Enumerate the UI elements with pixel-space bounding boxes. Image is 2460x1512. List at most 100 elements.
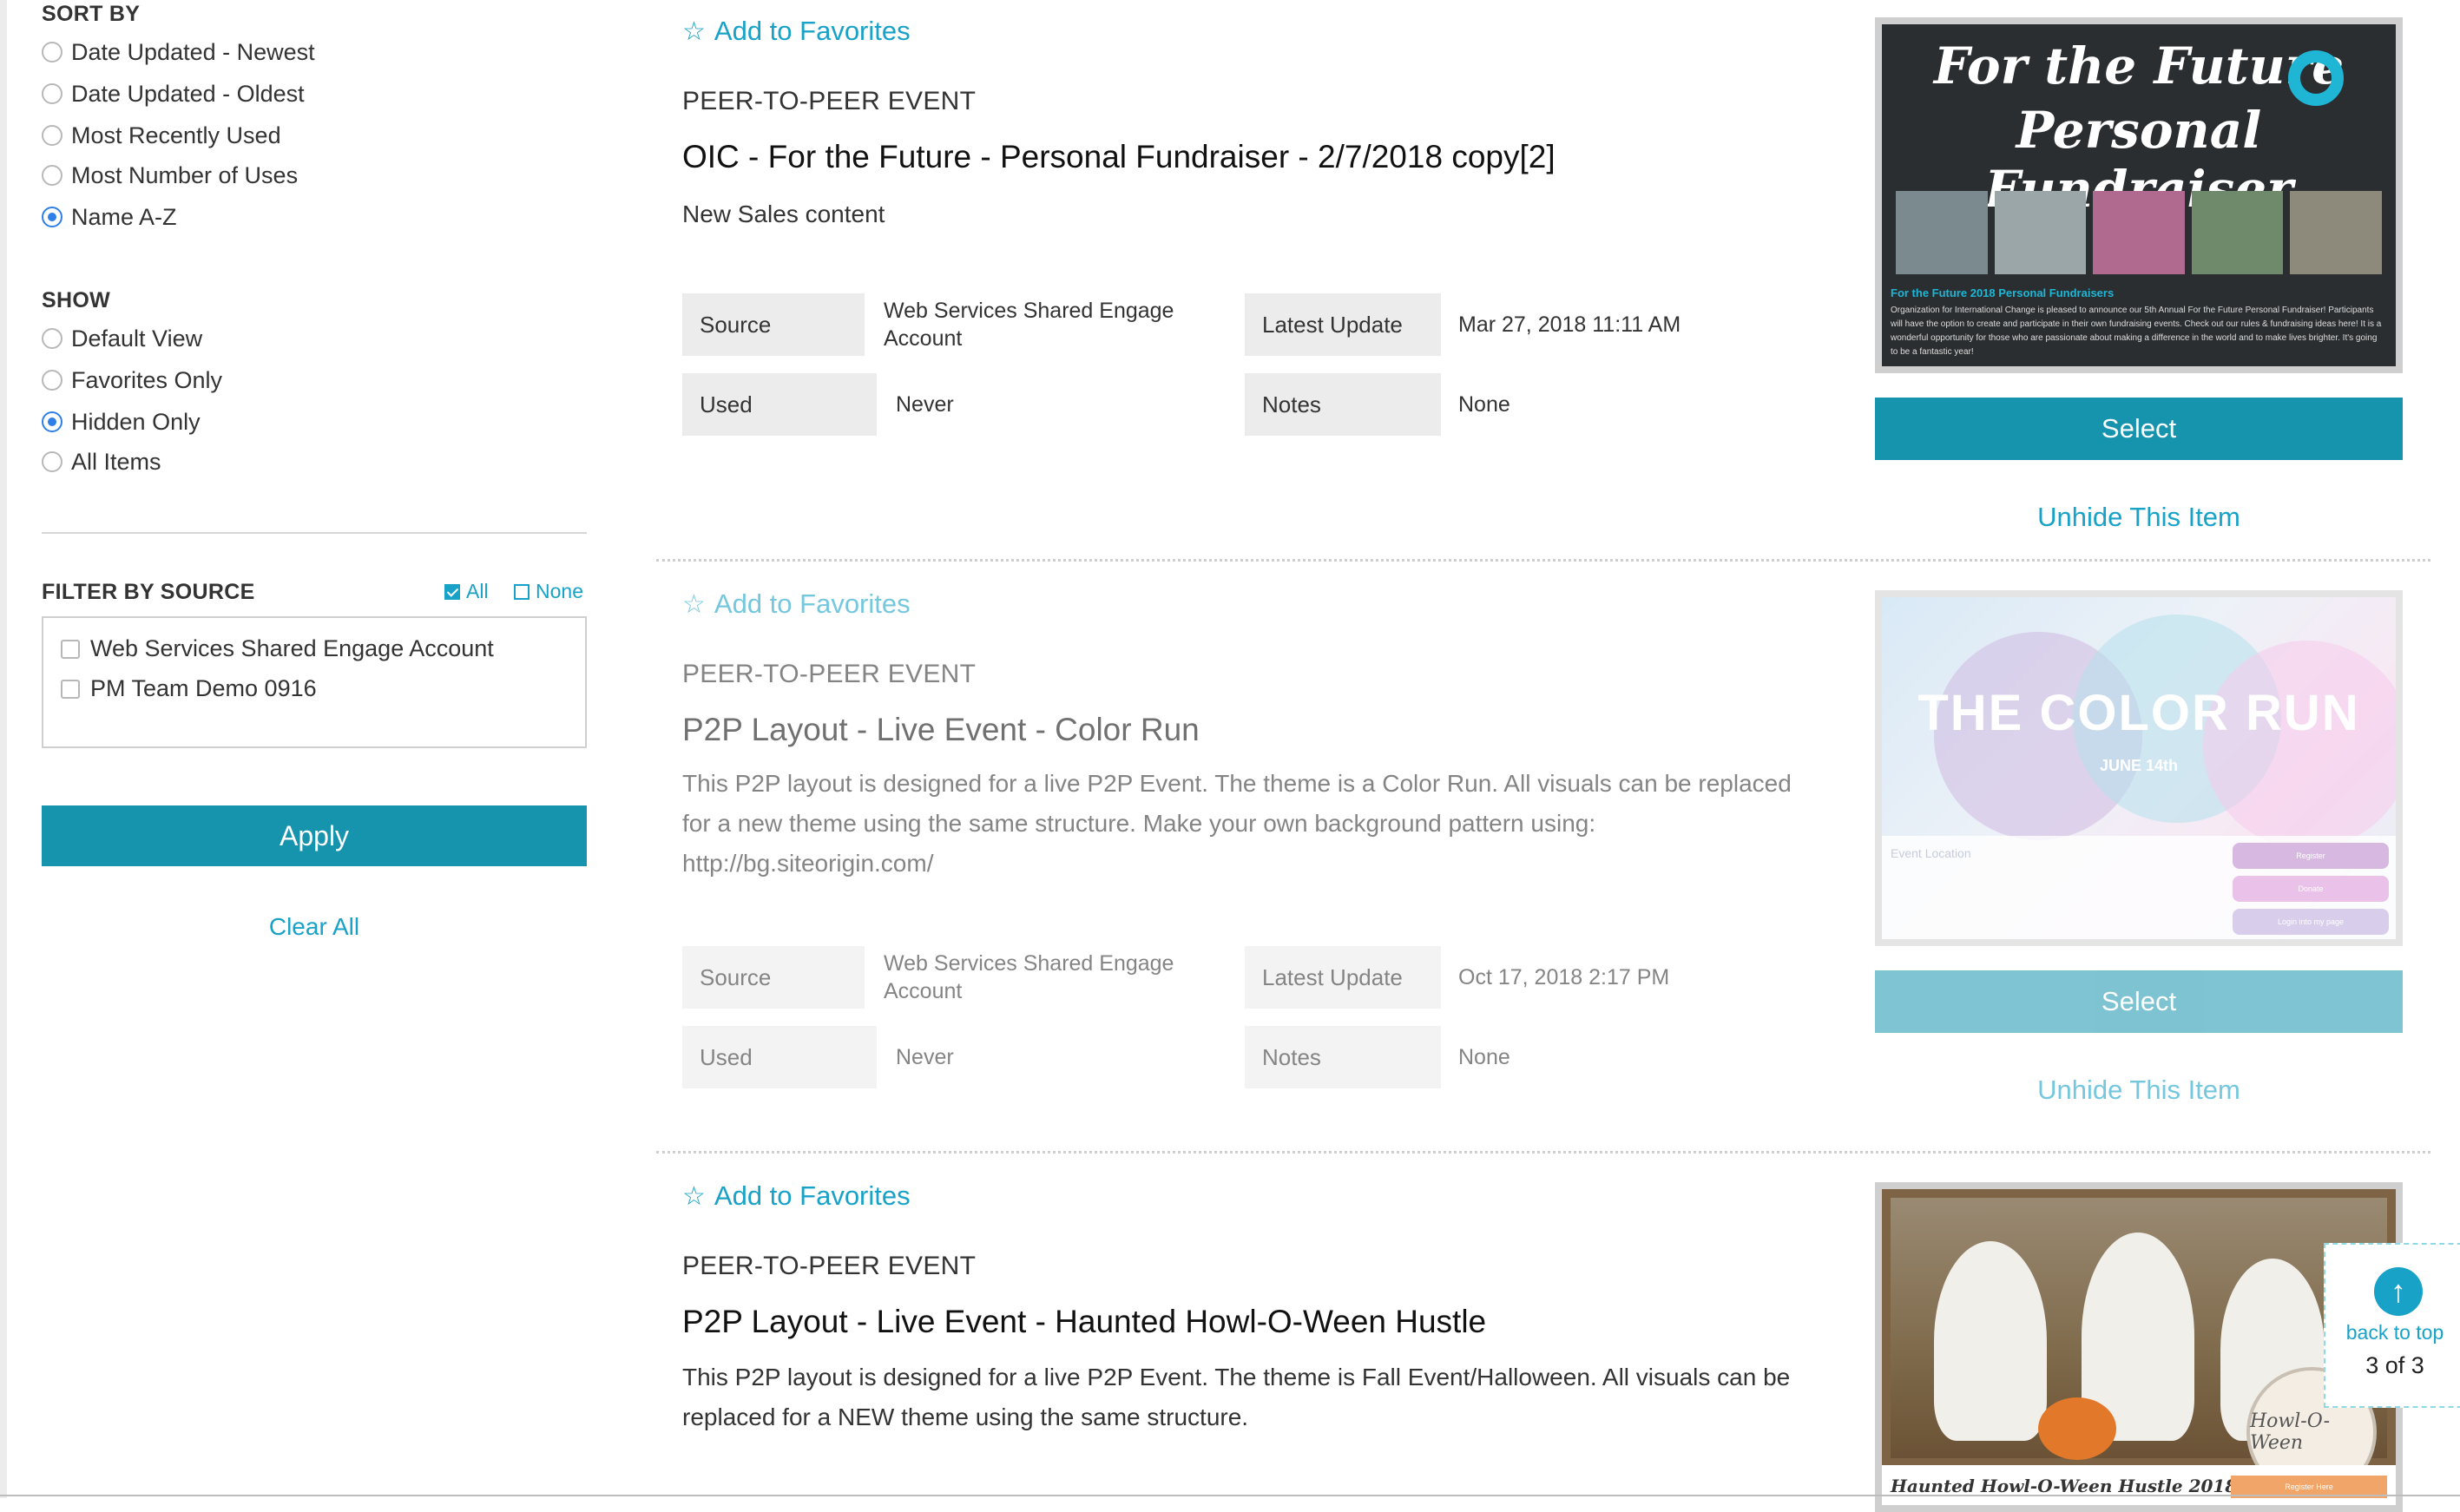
radio-icon[interactable] bbox=[42, 370, 62, 391]
sort-by-title: SORT BY bbox=[42, 2, 141, 26]
thumbnail-blurb: Organization for International Change is… bbox=[1891, 306, 2382, 357]
logo-ring-icon bbox=[2288, 50, 2344, 106]
star-icon[interactable]: ☆ bbox=[682, 1181, 706, 1212]
latest-update-value: Mar 27, 2018 11:11 AM bbox=[1458, 312, 1681, 337]
radio-icon[interactable] bbox=[42, 42, 62, 62]
checkbox-icon[interactable] bbox=[61, 679, 80, 699]
thumbnail-caption-strip: Haunted Howl-O-Ween Hustle 2018 Register… bbox=[1882, 1465, 2396, 1505]
select-none-label: None bbox=[536, 580, 583, 602]
select-button[interactable]: Select bbox=[1875, 398, 2403, 460]
card-title: P2P Layout - Live Event - Color Run bbox=[682, 712, 1200, 747]
photo bbox=[2093, 191, 2185, 274]
thumbnail-frame[interactable]: For the Future Personal Fundraiser For t… bbox=[1875, 17, 2403, 373]
select-all-sources[interactable]: All bbox=[444, 580, 489, 603]
show-option-label: All Items bbox=[71, 448, 161, 475]
photo bbox=[2191, 191, 2284, 274]
show-option-label: Hidden Only bbox=[71, 408, 201, 435]
thumbnail-image: Howl-O-Ween Haunted Howl-O-Ween Hustle 2… bbox=[1882, 1189, 2396, 1505]
show-option-all[interactable]: All Items bbox=[42, 444, 161, 479]
notes-value: None bbox=[1458, 392, 1510, 417]
radio-icon[interactable] bbox=[42, 83, 62, 104]
sort-option-label: Most Recently Used bbox=[71, 122, 281, 148]
source-list: Web Services Shared Engage Account PM Te… bbox=[42, 616, 587, 748]
sort-option-date-newest[interactable]: Date Updated - Newest bbox=[42, 35, 315, 69]
add-to-favorites-label: Add to Favorites bbox=[714, 16, 911, 46]
radio-icon[interactable] bbox=[42, 451, 62, 472]
add-to-favorites-link[interactable]: ☆ Add to Favorites bbox=[682, 588, 911, 620]
card-description: New Sales content bbox=[682, 201, 885, 227]
show-title: SHOW bbox=[42, 288, 110, 312]
sort-option-label: Date Updated - Newest bbox=[71, 38, 315, 65]
back-to-top-label[interactable]: back to top bbox=[2325, 1321, 2460, 1344]
radio-icon[interactable] bbox=[42, 125, 62, 146]
select-button[interactable]: Select bbox=[1875, 970, 2403, 1033]
sort-option-label: Name A-Z bbox=[71, 203, 177, 230]
sort-option-most-uses[interactable]: Most Number of Uses bbox=[42, 158, 298, 193]
thumbnail-caption: For the Future 2018 Personal Fundraisers bbox=[1891, 286, 2115, 299]
show-option-favorites[interactable]: Favorites Only bbox=[42, 363, 222, 398]
checkbox-icon[interactable] bbox=[61, 639, 80, 659]
card-title: P2P Layout - Live Event - Haunted Howl-O… bbox=[682, 1304, 1487, 1339]
star-icon[interactable]: ☆ bbox=[682, 589, 706, 620]
show-option-default[interactable]: Default View bbox=[42, 321, 202, 356]
source-item[interactable]: Web Services Shared Engage Account bbox=[61, 635, 494, 662]
photo-strip bbox=[1896, 191, 2382, 274]
event-type: PEER-TO-PEER EVENT bbox=[682, 660, 977, 688]
event-type: PEER-TO-PEER EVENT bbox=[682, 87, 977, 115]
left-rail bbox=[0, 0, 7, 1498]
card-separator bbox=[656, 1151, 2430, 1154]
checkbox-icon[interactable] bbox=[514, 583, 529, 600]
filter-by-source-title: FILTER BY SOURCE bbox=[42, 580, 255, 604]
arrow-up-icon[interactable]: ↑ bbox=[2374, 1267, 2423, 1316]
add-to-favorites-label: Add to Favorites bbox=[714, 1180, 911, 1211]
source-item-label: Web Services Shared Engage Account bbox=[90, 635, 494, 661]
sort-option-label: Date Updated - Oldest bbox=[71, 80, 305, 107]
used-value: Never bbox=[896, 392, 954, 417]
add-to-favorites-link[interactable]: ☆ Add to Favorites bbox=[682, 16, 911, 47]
select-none-sources[interactable]: None bbox=[514, 580, 583, 603]
radio-icon[interactable] bbox=[42, 165, 62, 186]
photo bbox=[2290, 191, 2382, 274]
thumbnail-frame[interactable]: THE COLOR RUN JUNE 14th Event Location R… bbox=[1875, 590, 2403, 946]
source-label: Source bbox=[682, 946, 865, 1009]
checkbox-checked-icon[interactable] bbox=[444, 583, 460, 600]
event-location-label: Event Location bbox=[1891, 846, 1971, 860]
source-value: Web Services Shared Engage Account bbox=[884, 299, 1174, 351]
used-value: Never bbox=[896, 1045, 954, 1069]
radio-selected-icon[interactable] bbox=[42, 411, 62, 432]
radio-icon[interactable] bbox=[42, 328, 62, 349]
unhide-item-link[interactable]: Unhide This Item bbox=[1875, 502, 2403, 533]
add-to-favorites-link[interactable]: ☆ Add to Favorites bbox=[682, 1180, 911, 1212]
thumbnail-register-button: Register bbox=[2233, 843, 2389, 869]
latest-update-value: Oct 17, 2018 2:17 PM bbox=[1458, 965, 1670, 989]
radio-selected-icon[interactable] bbox=[42, 207, 62, 227]
sort-option-recently-used[interactable]: Most Recently Used bbox=[42, 118, 281, 153]
back-to-top-widget[interactable]: ↑ back to top 3 of 3 bbox=[2324, 1243, 2460, 1408]
source-value: Web Services Shared Engage Account bbox=[884, 951, 1174, 1003]
source-item[interactable]: PM Team Demo 0916 bbox=[61, 675, 317, 702]
source-label: Source bbox=[682, 293, 865, 356]
thumbnail-login-button: Login into my page bbox=[2233, 909, 2389, 935]
unhide-item-link[interactable]: Unhide This Item bbox=[1875, 1075, 2403, 1106]
show-option-label: Default View bbox=[71, 325, 203, 352]
event-type: PEER-TO-PEER EVENT bbox=[682, 1252, 977, 1280]
thumbnail-heading: THE COLOR RUN bbox=[1917, 685, 2360, 741]
card-separator bbox=[656, 559, 2430, 562]
select-all-label: All bbox=[466, 580, 489, 602]
show-option-hidden[interactable]: Hidden Only bbox=[42, 404, 201, 439]
card-description: This P2P layout is designed for a live P… bbox=[682, 1364, 1791, 1430]
star-icon[interactable]: ☆ bbox=[682, 16, 706, 47]
thumbnail-subheading: JUNE 14th bbox=[2099, 757, 2179, 774]
sort-option-name-az[interactable]: Name A-Z bbox=[42, 200, 177, 234]
sort-option-date-oldest[interactable]: Date Updated - Oldest bbox=[42, 76, 305, 111]
thumbnail-panel: Event Location Register Donate Login int… bbox=[1882, 836, 2396, 939]
color-circle bbox=[2203, 641, 2396, 849]
sidebar-divider bbox=[42, 532, 587, 534]
photo bbox=[1994, 191, 2087, 274]
clear-all-link[interactable]: Clear All bbox=[42, 913, 587, 941]
thumbnail-image: For the Future Personal Fundraiser For t… bbox=[1882, 24, 2396, 366]
page-indicator: 3 of 3 bbox=[2365, 1352, 2424, 1378]
thumbnail-caption: Haunted Howl-O-Ween Hustle 2018 bbox=[1891, 1476, 2238, 1496]
used-label: Used bbox=[682, 1026, 877, 1088]
apply-button[interactable]: Apply bbox=[42, 805, 587, 866]
